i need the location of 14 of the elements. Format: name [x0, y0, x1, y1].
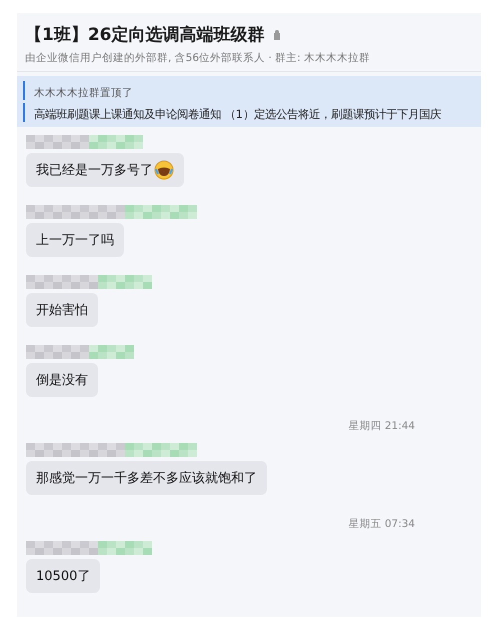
pinned-by: 木木木木拉群置顶了	[34, 87, 133, 99]
message-bubble: 我已经是一万多号了	[26, 153, 184, 187]
group-info: 由企业微信用户创建的外部群, 含56位外部联系人 · 群主: 木木木木拉群	[25, 51, 371, 65]
message-bubble: 倒是没有	[26, 363, 98, 397]
lock-icon	[272, 29, 280, 40]
message-bubble: 上一万一了吗	[26, 223, 124, 257]
pinned-text: 高端班刷题课上课通知及申论阅卷通知 （1）定选公告将近，刷题课预计于下月国庆	[34, 107, 441, 121]
timestamp: 星期四 21:44	[348, 419, 415, 433]
message-bubble: 10500了	[26, 559, 100, 593]
message-bubble: 那感觉一万一千多差不多应该就饱和了	[26, 461, 267, 495]
group-title: 【1班】26定向选调高端班级群	[25, 24, 264, 46]
timestamp: 星期五 07:34	[348, 517, 415, 531]
pinned-notice[interactable]: 木木木木拉群置顶了 高端班刷题课上课通知及申论阅卷通知 （1）定选公告将近，刷题课预计于下月国庆	[17, 76, 481, 127]
message-bubble: 开始害怕	[26, 293, 98, 327]
